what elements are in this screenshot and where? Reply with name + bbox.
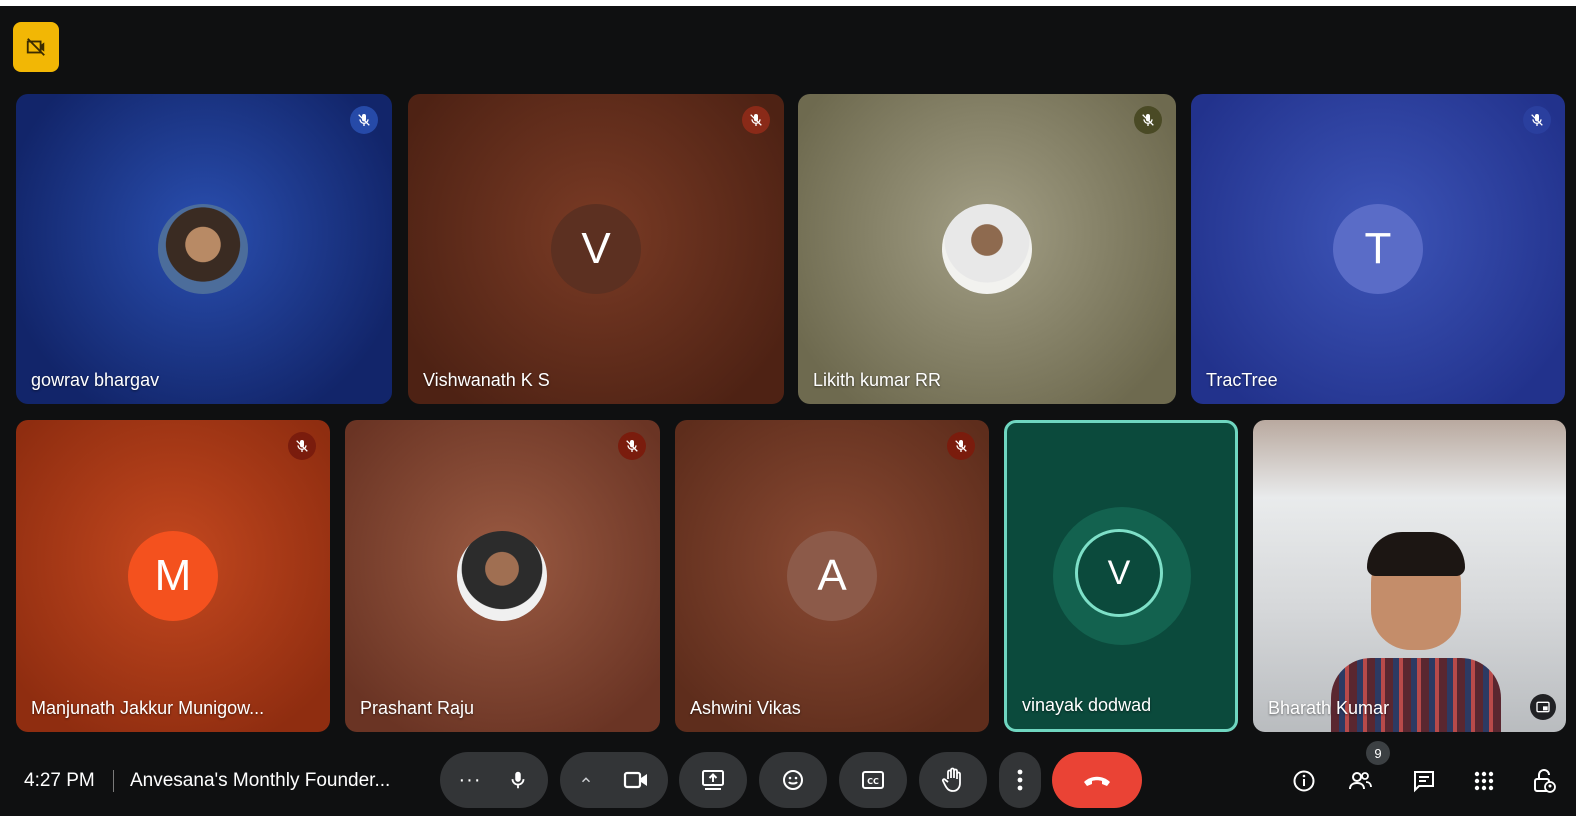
participant-tile[interactable]: gowrav bhargav (16, 94, 392, 404)
avatar: T (1333, 204, 1423, 294)
meeting-time: 4:27 PM (24, 770, 95, 791)
avatar: M (128, 531, 218, 621)
top-strip (0, 0, 1576, 6)
emoji-button[interactable] (759, 752, 827, 808)
pip-icon[interactable] (1530, 694, 1556, 720)
present-button[interactable] (679, 752, 747, 808)
emoji-icon (783, 770, 803, 790)
participant-name: TracTree (1206, 370, 1278, 390)
divider (113, 770, 114, 792)
chevron-up-icon[interactable] (579, 773, 593, 787)
svg-text:CC: CC (867, 777, 879, 786)
participant-name: Likith kumar RR (813, 370, 942, 390)
participant-tile[interactable]: V Vishwanath K S (408, 94, 784, 404)
raise-hand-icon (941, 767, 961, 792)
camera-button[interactable] (560, 752, 668, 808)
participant-tile[interactable]: Prashant Raju (345, 420, 660, 732)
mic-off-icon (288, 432, 316, 460)
participant-tile[interactable]: Likith kumar RR (798, 94, 1176, 404)
mic-off-icon (618, 432, 646, 460)
avatar (457, 531, 547, 621)
mic-off-icon (947, 432, 975, 460)
captions-button[interactable]: CC (839, 752, 907, 808)
activities-button[interactable] (1466, 763, 1502, 799)
mic-off-icon (1523, 106, 1551, 134)
camera-icon (623, 771, 647, 789)
participant-tile-video[interactable]: Bharath Kumar (1253, 420, 1566, 732)
participant-tile[interactable]: A Ashwini Vikas (675, 420, 989, 732)
participant-name: Vishwanath K S (423, 370, 550, 390)
mic-off-icon (742, 106, 770, 134)
info-icon (1293, 770, 1315, 792)
people-icon (1349, 772, 1372, 790)
participant-tile[interactable]: T TracTree (1191, 94, 1565, 404)
avatar: V (551, 204, 641, 294)
present-icon (702, 770, 724, 790)
participant-name: Ashwini Vikas (690, 698, 801, 718)
more-vert-icon (1017, 769, 1023, 791)
mic-icon (512, 771, 525, 789)
end-call-icon (1084, 776, 1110, 786)
info-button[interactable] (1286, 763, 1322, 799)
participant-name: Manjunath Jakkur Munigow... (31, 698, 265, 718)
no-video-icon[interactable] (13, 22, 59, 72)
chat-icon (1414, 771, 1434, 793)
more-dots-icon[interactable]: ··· (459, 769, 482, 792)
captions-icon: CC (862, 771, 884, 789)
raise-hand-button[interactable] (919, 752, 987, 808)
more-options-button[interactable] (999, 752, 1041, 808)
participant-name: gowrav bhargav (31, 370, 160, 390)
participant-name: Prashant Raju (360, 698, 475, 718)
activities-icon (1474, 771, 1494, 791)
meeting-title: Anvesana's Monthly Founder... (130, 770, 391, 791)
chat-button[interactable] (1406, 763, 1442, 799)
host-controls-button[interactable] (1526, 763, 1562, 799)
host-controls-icon (1534, 769, 1556, 793)
avatar: V (1075, 529, 1163, 617)
people-button[interactable] (1342, 763, 1378, 799)
participant-tile[interactable]: M Manjunath Jakkur Munigow... (16, 420, 330, 732)
avatar (942, 204, 1032, 294)
mic-off-icon (350, 106, 378, 134)
mic-off-icon (1134, 106, 1162, 134)
participant-name: Bharath Kumar (1268, 698, 1390, 718)
avatar (158, 204, 248, 294)
end-call-button[interactable] (1052, 752, 1142, 808)
mic-button[interactable]: ··· (440, 752, 548, 808)
participant-tile-speaking[interactable]: V vinayak dodwad (1004, 420, 1238, 732)
participants-count-badge: 9 (1366, 741, 1390, 765)
avatar: A (787, 531, 877, 621)
participant-name: vinayak dodwad (1022, 695, 1152, 715)
